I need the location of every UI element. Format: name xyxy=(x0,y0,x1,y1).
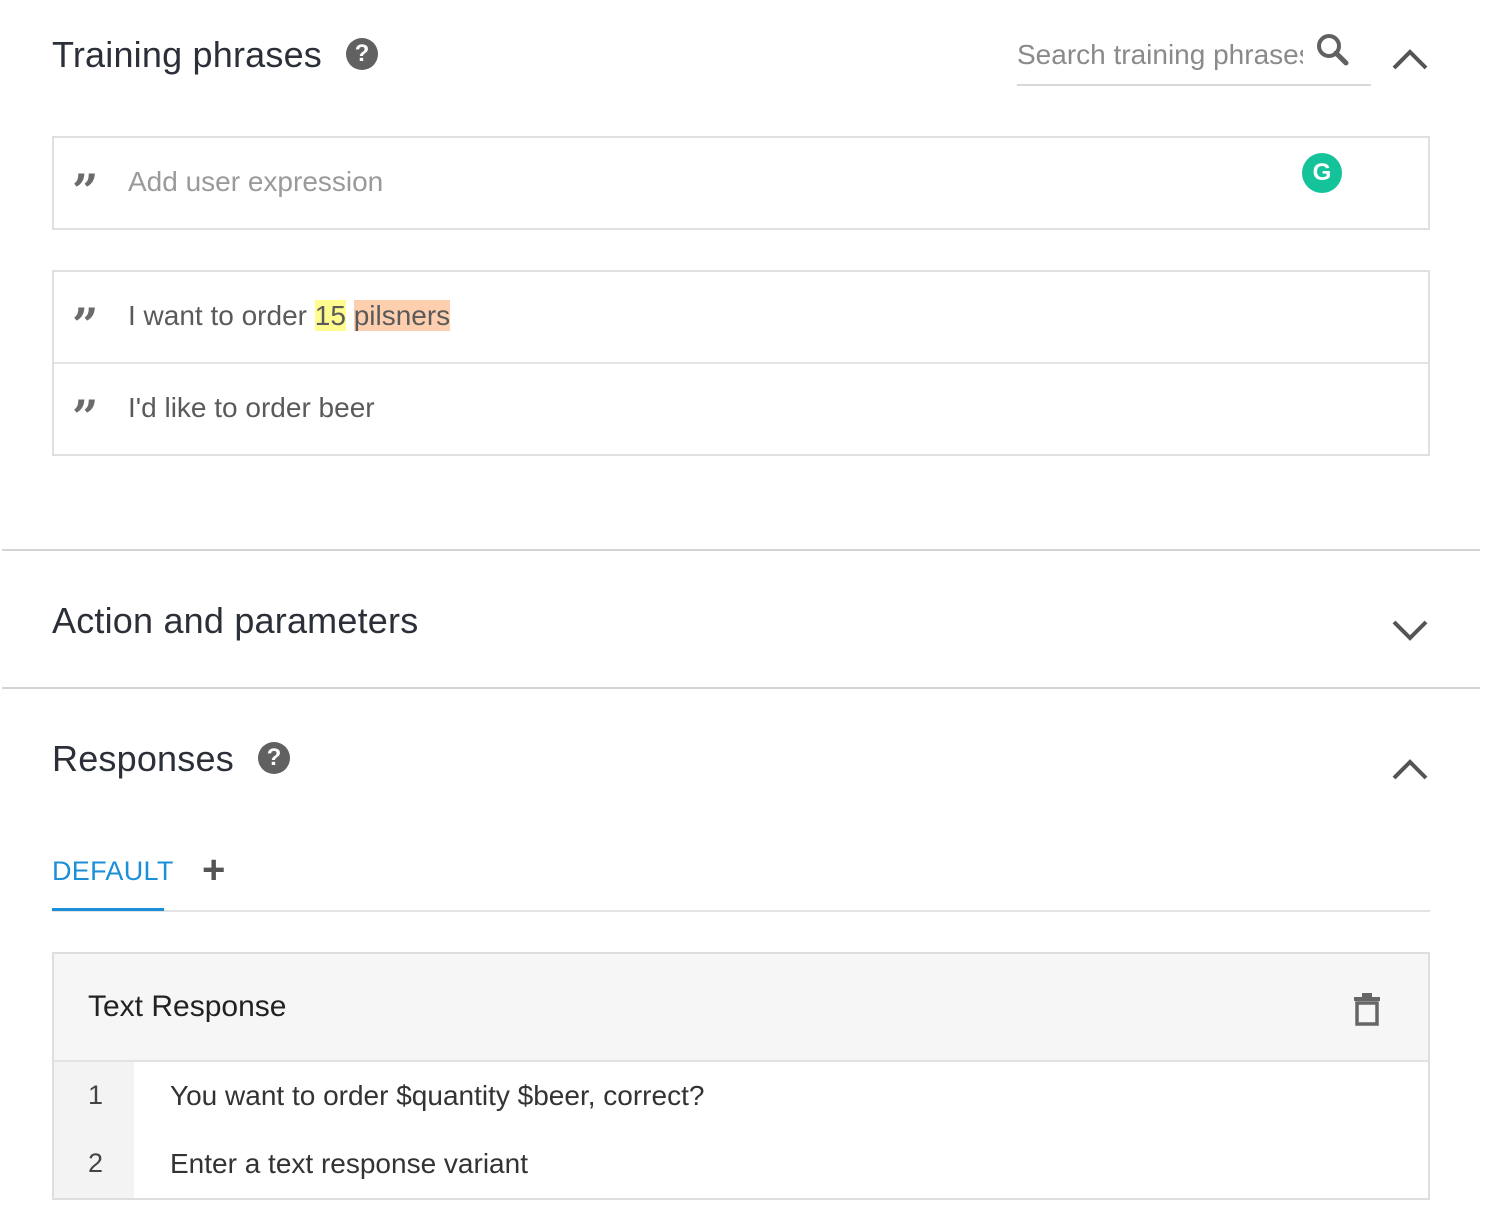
parameter-annotation-beer[interactable]: pilsners xyxy=(353,300,451,331)
active-tab-indicator xyxy=(52,908,164,911)
training-phrase-row[interactable]: ” I want to order 15 pilsners xyxy=(54,272,1428,362)
responses-title: Responses xyxy=(52,738,234,779)
chevron-down-icon[interactable] xyxy=(1390,616,1430,644)
chevron-up-icon[interactable] xyxy=(1390,754,1430,782)
text-response-variant-input[interactable]: Enter a text response variant xyxy=(170,1148,528,1180)
plus-icon[interactable]: + xyxy=(202,850,225,890)
quote-icon: ” xyxy=(72,394,96,424)
search-input[interactable] xyxy=(1017,36,1303,74)
card-title: Text Response xyxy=(88,990,287,1023)
text-response-card: Text Response 1 You want to order $quant… xyxy=(52,952,1430,1200)
card-header: Text Response xyxy=(54,954,1428,1062)
add-user-expression-box[interactable]: ” Add user expression xyxy=(52,136,1430,230)
tabs-underline xyxy=(52,910,1430,912)
quote-icon: ” xyxy=(72,302,96,332)
grammarly-icon[interactable]: G xyxy=(1302,153,1342,193)
trash-icon[interactable] xyxy=(1352,992,1382,1031)
section-divider xyxy=(2,549,1480,551)
help-icon[interactable]: ? xyxy=(346,38,378,70)
text-response-variant[interactable]: You want to order $quantity $beer, corre… xyxy=(170,1080,704,1112)
training-phrase-text: I'd like to order beer xyxy=(128,392,375,423)
search-training-phrases xyxy=(1017,28,1371,86)
training-phrases-title: Training phrases xyxy=(52,34,323,75)
training-phrase-text: I want to order 15 pilsners xyxy=(128,300,451,331)
search-icon[interactable] xyxy=(1315,32,1351,73)
help-icon[interactable]: ? xyxy=(258,742,290,774)
training-phrase-row[interactable]: ” I'd like to order beer xyxy=(54,364,1428,454)
chevron-up-icon[interactable] xyxy=(1390,44,1430,72)
section-divider xyxy=(2,687,1480,689)
parameter-annotation-number[interactable]: 15 xyxy=(314,300,346,331)
add-user-expression-placeholder: Add user expression xyxy=(128,166,384,197)
quote-icon: ” xyxy=(72,168,96,198)
line-number: 2 xyxy=(88,1148,104,1178)
line-number: 1 xyxy=(88,1080,104,1110)
tab-default[interactable]: DEFAULT xyxy=(52,856,174,887)
training-phrases-list: ” I want to order 15 pilsners ” I'd like… xyxy=(52,270,1430,456)
action-parameters-title[interactable]: Action and parameters xyxy=(52,600,418,642)
